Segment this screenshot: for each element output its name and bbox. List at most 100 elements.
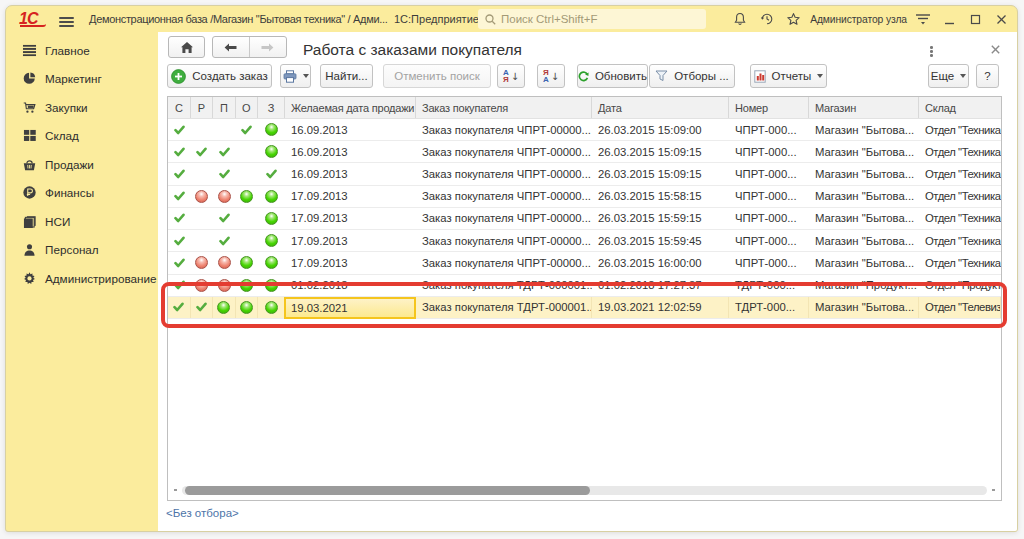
page-title: Работа с заказами покупателя: [303, 41, 522, 59]
column-header-6[interactable]: Желаемая дата продажи: [285, 97, 416, 118]
app-window: 1С Демонстрационная база /Магазин "Бытов…: [5, 5, 1018, 532]
close-window-button[interactable]: [988, 14, 1014, 25]
panel-menu-dots-icon[interactable]: [930, 46, 933, 59]
sidebar-nav: ГлавноеМаркетингЗакупкиСкладПродажиФинан…: [6, 33, 158, 531]
scrollbar-thumb[interactable]: [185, 486, 590, 495]
forward-button[interactable]: [250, 37, 287, 57]
scroll-right-button[interactable]: [987, 484, 1000, 497]
sidebar-item-5[interactable]: Продажи: [6, 150, 158, 178]
sidebar-item-3[interactable]: Закупки: [6, 93, 158, 121]
column-header-2[interactable]: Р: [191, 97, 214, 118]
home-button[interactable]: [168, 36, 205, 58]
more-button[interactable]: Еще: [928, 64, 969, 88]
red-status-icon: [218, 256, 231, 269]
refresh-button[interactable]: Обновить: [577, 64, 648, 88]
column-header-4[interactable]: О: [236, 97, 259, 118]
plus-icon: [171, 69, 186, 84]
table-row-4[interactable]: 17.09.2013Заказ покупателя ЧПРТ-00000...…: [168, 186, 1001, 208]
sidebar-item-2[interactable]: Маркетинг: [6, 65, 158, 93]
back-arrow-icon: [224, 43, 237, 52]
column-header-1[interactable]: С: [168, 97, 191, 118]
global-search-input[interactable]: Поиск Ctrl+Shift+F: [478, 9, 706, 29]
table-row-5[interactable]: 17.09.2013Заказ покупателя ЧПРТ-00000...…: [168, 208, 1001, 230]
table-row-3[interactable]: 16.09.2013Заказ покупателя ЧПРТ-00000...…: [168, 163, 1001, 185]
report-icon: [754, 70, 766, 83]
print-button[interactable]: [280, 64, 311, 88]
notifications-bell-icon[interactable]: [726, 12, 753, 26]
table-row-8[interactable]: 01.02.2018Заказ покупателя ТДРТ-000001..…: [168, 275, 1001, 297]
table-row-2[interactable]: 16.09.2013Заказ покупателя ЧПРТ-00000...…: [168, 141, 1001, 163]
sidebar-item-9[interactable]: Администрирование: [6, 264, 158, 292]
check-icon: [219, 213, 230, 223]
panel-close-icon[interactable]: [991, 45, 1000, 54]
current-user[interactable]: Администратор узла: [810, 14, 907, 25]
create-order-button[interactable]: Создать заказ: [167, 64, 272, 88]
refresh-icon: [578, 70, 589, 83]
main-menu-icon[interactable]: [59, 17, 74, 28]
scrollbar-track[interactable]: [182, 486, 987, 495]
green-status-icon: [265, 212, 278, 225]
filter-status-link[interactable]: <Без отбора>: [166, 507, 239, 519]
focused-cell[interactable]: 19.03.2021: [284, 297, 416, 319]
scroll-left-button[interactable]: [169, 484, 182, 497]
menu-lines-icon: [23, 43, 36, 56]
orders-table: СРПОЗЖелаемая дата продажиЗаказ покупате…: [167, 96, 1002, 501]
table-row-1[interactable]: 16.09.2013Заказ покупателя ЧПРТ-00000...…: [168, 119, 1001, 141]
sidebar-item-1[interactable]: Главное: [6, 36, 158, 64]
table-header-row: СРПОЗЖелаемая дата продажиЗаказ покупате…: [168, 97, 1001, 119]
column-header-8[interactable]: Дата: [592, 97, 729, 118]
find-button[interactable]: Найти...: [320, 64, 373, 88]
search-icon: [485, 14, 496, 25]
green-status-icon: [265, 145, 278, 158]
column-header-11[interactable]: Склад: [919, 97, 1001, 118]
check-icon: [219, 169, 230, 179]
back-button[interactable]: [213, 37, 250, 57]
table-row-7[interactable]: 17.09.2013Заказ покупателя ЧПРТ-00000...…: [168, 252, 1001, 274]
table-row-6[interactable]: 17.09.2013Заказ покупателя ЧПРТ-00000...…: [168, 230, 1001, 252]
green-status-icon: [240, 256, 253, 269]
sidebar-item-4[interactable]: Склад: [6, 122, 158, 150]
check-icon: [219, 236, 230, 246]
history-icon[interactable]: [753, 12, 780, 26]
minimize-button[interactable]: [936, 14, 962, 25]
pie-chart-icon: [23, 72, 36, 85]
green-status-icon: [265, 301, 278, 314]
check-icon: [174, 125, 185, 135]
table-row-9[interactable]: 19.03.2021Заказ покупателя ТДРТ-000001..…: [168, 297, 1001, 319]
books-icon: [23, 214, 36, 227]
column-header-10[interactable]: Магазин: [809, 97, 919, 118]
filters-button[interactable]: Отборы ...: [649, 64, 735, 88]
sidebar-item-8[interactable]: Персонал: [6, 236, 158, 264]
red-status-icon: [218, 190, 231, 203]
green-status-icon: [240, 190, 253, 203]
green-status-icon: [265, 234, 278, 247]
check-icon: [174, 147, 185, 157]
sort-ascending-button[interactable]: АЯ↓: [497, 64, 525, 88]
red-status-icon: [195, 256, 208, 269]
green-status-icon: [217, 301, 230, 314]
forward-arrow-icon: [261, 43, 274, 52]
printer-icon: [283, 70, 297, 83]
search-placeholder: Поиск Ctrl+Shift+F: [501, 13, 597, 25]
help-button[interactable]: ?: [976, 64, 999, 88]
favorites-star-icon[interactable]: [780, 12, 807, 27]
cancel-search-button[interactable]: Отменить поиск: [383, 64, 491, 88]
network-speed-icon[interactable]: [909, 12, 936, 26]
column-header-9[interactable]: Номер: [729, 97, 809, 118]
column-header-3[interactable]: П: [213, 97, 236, 118]
sidebar-item-7[interactable]: НСИ: [6, 207, 158, 235]
check-icon: [196, 302, 207, 312]
horizontal-scrollbar[interactable]: [169, 483, 1000, 497]
column-header-5[interactable]: З: [258, 97, 285, 118]
reports-button[interactable]: Отчеты: [750, 64, 827, 88]
app-name: 1С:Предприятие: [394, 13, 479, 25]
sidebar-item-6[interactable]: Финансы: [6, 179, 158, 207]
sort-descending-button[interactable]: ЯА↓: [537, 64, 565, 88]
green-status-icon: [265, 256, 278, 269]
maximize-button[interactable]: [962, 14, 988, 25]
column-header-7[interactable]: Заказ покупателя: [416, 97, 592, 118]
check-icon: [219, 147, 230, 157]
home-icon: [180, 41, 194, 54]
green-status-icon: [240, 279, 253, 292]
check-icon: [174, 258, 185, 268]
